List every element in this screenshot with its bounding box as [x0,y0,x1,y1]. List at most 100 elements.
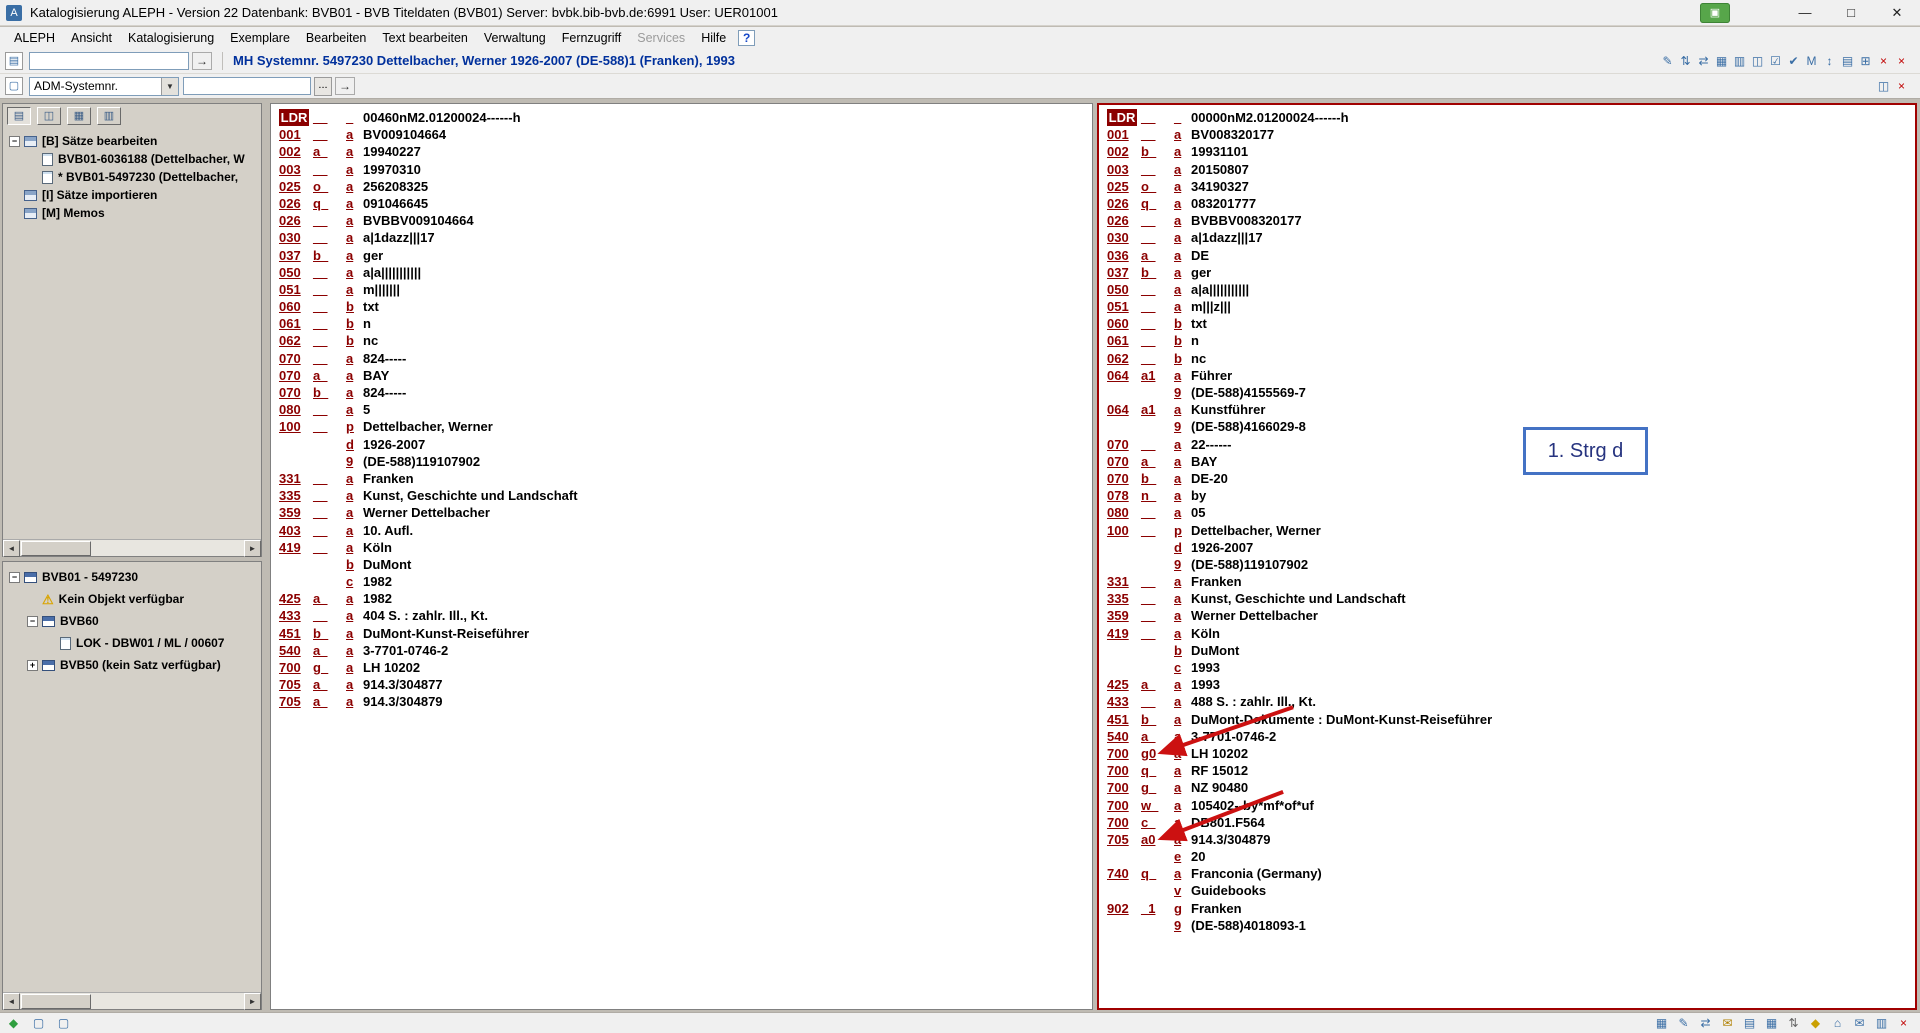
tree-item[interactable]: BVB01-6036188 (Dettelbacher, W [3,150,261,168]
record-field-line[interactable]: 100__pDettelbacher, Werner [271,418,1092,435]
dual-record-icon[interactable]: ◫ [1749,52,1766,70]
record-field-line[interactable]: 078n_aby [1099,487,1915,504]
green-overlay-icon[interactable]: ▣ [1700,3,1730,23]
record-field-line[interactable]: 060__btxt [1099,315,1915,332]
record-field-line[interactable]: 026q_a083201777 [1099,195,1915,212]
check-record-icon[interactable]: ☑ [1767,52,1784,70]
record-field-line[interactable]: 025o_a34190327 [1099,178,1915,195]
record-field-line[interactable]: 001__aBV008320177 [1099,126,1915,143]
table-icon[interactable]: ▦ [1763,1015,1780,1032]
list-icon[interactable]: ▤ [1741,1015,1758,1032]
record-field-line[interactable]: 026__aBVBBV009104664 [271,212,1092,229]
more-button[interactable]: ... [314,77,332,96]
home-icon[interactable]: ⌂ [1829,1015,1846,1032]
record-field-line[interactable]: 003__a19970310 [271,161,1092,178]
help-icon[interactable]: ? [738,30,755,46]
open-template-icon[interactable]: ⊞ [1857,52,1874,70]
record-field-line[interactable]: 9(DE-588)4018093-1 [1099,917,1915,934]
record-field-line[interactable]: 9(DE-588)119107902 [1099,556,1915,573]
maximize-button[interactable]: □ [1828,0,1874,26]
record-field-line[interactable]: 037b_ager [271,247,1092,264]
menu-ansicht[interactable]: Ansicht [63,29,120,47]
record-field-line[interactable]: 070b_aDE-20 [1099,470,1915,487]
record-field-line[interactable]: 425a_a1982 [271,590,1092,607]
record-field-line[interactable]: 026__aBVBBV008320177 [1099,212,1915,229]
record-field-line[interactable]: c1982 [271,573,1092,590]
menu-verwaltung[interactable]: Verwaltung [476,29,554,47]
record-field-line[interactable]: 025o_a256208325 [271,178,1092,195]
record-field-line[interactable]: 061__bn [271,315,1092,332]
record-field-line[interactable]: 070a_aBAY [271,367,1092,384]
scrollbar-thumb[interactable] [21,994,91,1009]
record-field-line[interactable]: 060__btxt [271,298,1092,315]
edit-icon[interactable]: ✎ [1675,1015,1692,1032]
tree-item[interactable]: * BVB01-5497230 (Dettelbacher, [3,168,261,186]
record-field-line[interactable]: 064a1aFührer [1099,367,1915,384]
swap-panels-icon[interactable]: ⇄ [1695,52,1712,70]
adm-page-icon[interactable]: ▢ [5,77,23,95]
record-field-line[interactable]: 700g_aLH 10202 [271,659,1092,676]
record-field-line[interactable]: c1993 [1099,659,1915,676]
record-field-line[interactable]: 001__aBV009104664 [271,126,1092,143]
record-field-line[interactable]: 064a1aKunstführer [1099,401,1915,418]
record-field-line[interactable]: e20 [1099,848,1915,865]
record-field-line[interactable]: 070a_aBAY [1099,453,1915,470]
record-field-line[interactable]: 740q_aFranconia (Germany) [1099,865,1915,882]
chevron-down-icon[interactable]: ▼ [161,78,178,95]
record-field-line[interactable]: 433__a488 S. : zahlr. Ill., Kt. [1099,693,1915,710]
collapse-icon[interactable]: − [27,616,38,627]
window-icon[interactable]: ◫ [1875,77,1892,95]
scroll-left-icon[interactable]: ◄ [3,993,20,1010]
record-field-line[interactable]: 331__aFranken [1099,573,1915,590]
record-field-line[interactable]: 540a_a3-7701-0746-2 [1099,728,1915,745]
record-field-line[interactable]: 080__a05 [1099,504,1915,521]
menu-aleph[interactable]: ALEPH [6,29,63,47]
marc-view-icon[interactable]: M [1803,52,1820,70]
record-field-line[interactable]: 9(DE-588)4155569-7 [1099,384,1915,401]
record-field-line[interactable]: d1926-2007 [1099,539,1915,556]
tree-item[interactable]: −BVB60 [3,610,261,632]
scroll-right-icon[interactable]: ► [244,540,261,557]
record-field-line[interactable]: 403__a10. Aufl. [271,522,1092,539]
record-field-line[interactable]: 062__bnc [1099,350,1915,367]
message-icon[interactable]: ✉ [1851,1015,1868,1032]
expand-icon[interactable]: + [27,660,38,671]
record-field-line[interactable]: vGuidebooks [1099,882,1915,899]
adm-go-button[interactable]: → [335,77,355,95]
tree-item[interactable]: LOK - DBW01 / ML / 00607 [3,632,261,654]
record-field-line[interactable]: 036a_aDE [1099,247,1915,264]
tab-search-icon[interactable]: ▥ [97,107,121,125]
record-field-line[interactable]: 705a_a914.3/304879 [271,693,1092,710]
record-field-line[interactable]: 700g_aNZ 90480 [1099,779,1915,796]
record-field-line[interactable]: 419__aKöln [1099,625,1915,642]
record-field-line[interactable]: LDR___00460nM2.01200024------h [271,109,1092,126]
collapse-icon[interactable]: − [9,136,20,147]
record-field-line[interactable]: bDuMont [271,556,1092,573]
record-field-line[interactable]: 700g0aLH 10202 [1099,745,1915,762]
exit-icon[interactable]: × [1895,1015,1912,1032]
mail-icon[interactable]: ✉ [1719,1015,1736,1032]
record-field-line[interactable]: 359__aWerner Dettelbacher [1099,607,1915,624]
template-doc-icon[interactable]: ▢ [55,1015,72,1032]
record-field-line[interactable]: 700c_aDB801.F564 [1099,814,1915,831]
record-field-line[interactable]: 100__pDettelbacher, Werner [1099,522,1915,539]
minimize-button[interactable]: — [1782,0,1828,26]
record-field-line[interactable]: 002b_a19931101 [1099,143,1915,160]
tree-item[interactable]: [M] Memos [3,204,261,222]
record-field-line[interactable]: 335__aKunst, Geschichte und Landschaft [271,487,1092,504]
tree-horizontal-scrollbar[interactable]: ◄ ► [3,992,261,1009]
menu-text-bearbeiten[interactable]: Text bearbeiten [374,29,475,47]
tree-item[interactable]: ⚠Kein Objekt verfügbar [3,588,261,610]
close-record-icon[interactable]: × [1893,52,1910,70]
record-search-input[interactable] [29,52,189,70]
record-field-line[interactable]: 902_1gFranken [1099,900,1915,917]
record-field-line[interactable]: 062__bnc [271,332,1092,349]
record-field-line[interactable]: 003__a20150807 [1099,161,1915,178]
menu-bearbeiten[interactable]: Bearbeiten [298,29,374,47]
menu-katalogisierung[interactable]: Katalogisierung [120,29,222,47]
record-field-line[interactable]: 051__am|||z||| [1099,298,1915,315]
record-field-line[interactable]: 026q_a091046645 [271,195,1092,212]
record-field-line[interactable]: 050__aa|a||||||||||| [1099,281,1915,298]
record-field-line[interactable]: 080__a5 [271,401,1092,418]
scroll-left-icon[interactable]: ◄ [3,540,20,557]
